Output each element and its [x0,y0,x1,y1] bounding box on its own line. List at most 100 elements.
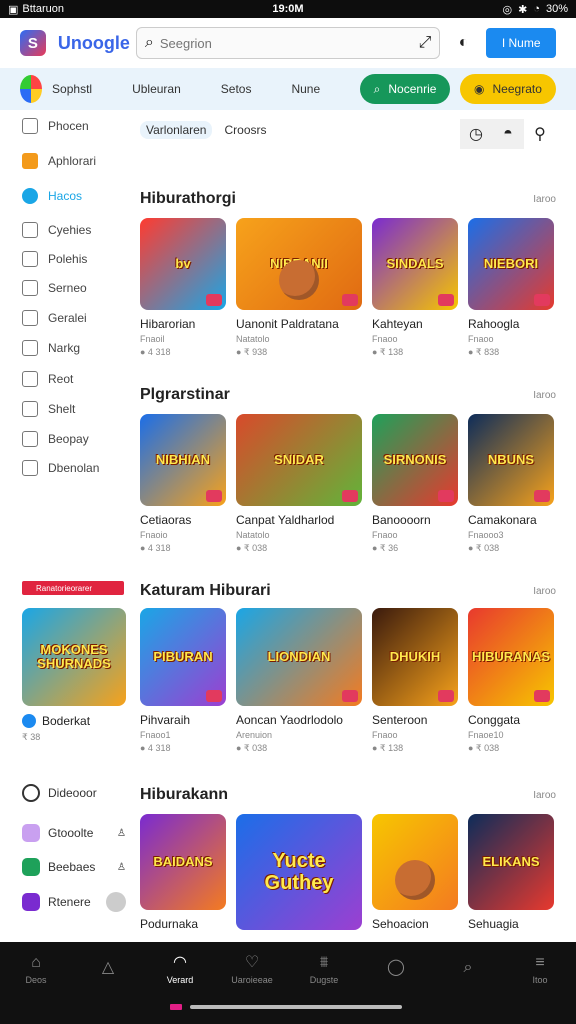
nav-home[interactable]: ⌂ Deos [6,955,66,986]
category-item[interactable]: Ubleuran [132,82,181,96]
rating-badge [342,294,358,306]
game-name: Banoooorn [372,513,431,527]
chat-icon: ◯ [387,959,405,976]
game-thumbnail: NBUNS [468,414,554,506]
tab-secondary[interactable]: Croosrs [224,123,266,137]
game-name: Uanonit Paldratana [236,317,339,331]
section-more-link[interactable]: Iaroo [533,790,556,801]
sidebar-item-home[interactable]: Phocen [22,118,130,134]
green-pill-button[interactable]: ⌕ Nocenrie [360,74,450,104]
history-icon[interactable]: ◷ [460,119,492,149]
game-card[interactable]: DHUKIH Senteroon Fnaoo ● ₹ 138 [372,608,458,754]
status-bar: ▣ Bttaruon 19:0M ◎ ✱ ◔ 30% [0,0,576,18]
search-box[interactable]: ⌕ ⤢ [135,27,441,59]
game-developer: Fnaoo [372,334,398,344]
location-icon: ◎ [502,3,513,16]
app-icon [22,824,40,842]
sidebar-item[interactable]: Geralei [22,310,130,326]
game-card[interactable]: PIBURAN Pihvaraih Fnaoo1 ● 4 318 [140,608,226,753]
list-item[interactable]: Gtooolte ♙ [22,824,126,842]
rating-badge [438,294,454,306]
section-more-link[interactable]: Iaroo [533,390,556,401]
game-card[interactable]: NIBRANII Uanonit Paldratana Natatolo ● ₹… [236,218,362,358]
sidebar-item[interactable]: Reot [22,371,130,387]
game-card[interactable]: NIBHIAN Cetiaoras Fnaoio ● 4 318 [140,414,226,553]
sidebar-item-games[interactable]: Hacos [22,188,130,204]
nav-favorites[interactable]: ♡ Uaroieeae [222,955,282,986]
tab-primary[interactable]: Varlonlaren [140,121,213,139]
section-more-link[interactable]: Iaroo [533,586,556,597]
game-card[interactable]: Yucte Guthey [236,814,362,930]
section-more-link[interactable]: Iaroo [533,194,556,205]
game-card[interactable]: NBUNS Camakonara Fnaooo3 ● ₹ 038 [468,414,554,554]
category-item[interactable]: Nune [291,82,320,96]
game-price: ₹ 38 [22,732,41,742]
nav-indicator [170,1004,182,1010]
avatar[interactable] [20,75,43,103]
featured-game-card[interactable]: MOKONES SHURNADS Boderkat ₹ 38 [22,608,126,743]
game-card[interactable]: LIONDIAN Aoncan Yaodrlodolo Arenuion ● ₹… [236,608,362,754]
nav-chat[interactable]: ◯ [366,960,426,980]
nav-search[interactable]: ⌕ [438,960,498,980]
expand-icon[interactable]: ⤢ [419,34,432,52]
sidebar-item[interactable]: Serneo [22,280,130,296]
game-card[interactable]: SINDALS Kahteyan Fnaoo ● ₹ 138 [372,218,458,358]
game-thumbnail-title: ELIKANS [482,853,540,869]
notification-icon[interactable]: ◐ [452,32,474,54]
list-header[interactable]: Dideooor [22,784,126,802]
sidebar-item-label: Dbenolan [48,461,100,475]
nav-store[interactable]: ⩩ Dugste [294,954,354,986]
tag-icon [22,280,38,296]
sidebar-item[interactable]: Cyehies [22,222,130,238]
game-card[interactable]: SNIDAR Canpat Yaldharlod Natatolo ● ₹ 03… [236,414,362,554]
game-price: ● ₹ 038 [468,743,500,753]
rating-badge [438,490,454,502]
game-card[interactable]: Sehoacion [372,814,458,931]
nav-menu[interactable]: ≡ Itoo [510,955,570,986]
sidebar-item[interactable]: Narkg [22,340,130,356]
game-developer: Fnaoo [468,334,494,344]
category-item[interactable]: Sophstl [52,82,92,96]
nav-games[interactable]: ◠ Verard [150,955,210,986]
profile-icon[interactable]: ◓ [492,119,524,149]
game-card[interactable]: BAIDANS Podurnaka [140,814,226,931]
game-price: ● 4 318 [140,347,171,357]
game-price: ● ₹ 838 [468,347,500,357]
home-icon [22,118,38,134]
nav-label: Dugste [309,975,339,985]
category-item[interactable]: Setos [221,82,252,96]
game-card[interactable]: NIEBORI Rahoogla Fnaoo ● ₹ 838 [468,218,554,358]
game-price: ● ₹ 36 [372,543,399,553]
settings-icon[interactable]: ⚲ [524,119,556,149]
game-price: ● 4 318 [140,743,171,753]
sidebar-item[interactable]: Dbenolan [22,460,130,476]
sidebar-item[interactable]: Shelt [22,401,130,417]
coin-icon: ◉ [474,82,485,96]
game-card[interactable]: bv Hibarorian Fnaoil ● 4 318 [140,218,226,357]
brand-logo[interactable]: S [20,30,46,56]
category-icon [22,310,38,326]
main-tabs: Varlonlaren Croosrs [140,121,267,139]
yellow-pill-button[interactable]: ◉ Neegrato [459,74,556,104]
store-icon: ⩩ [319,954,329,971]
search-input[interactable] [159,35,413,51]
game-name: Senteroon [372,713,428,727]
list-item[interactable]: Beebaes ♙ [22,858,126,876]
sidebar-item[interactable]: Beopay [22,431,130,447]
user-icon: ♙ [117,861,126,873]
sidebar-item[interactable]: Polehis [22,251,130,267]
nav-shape[interactable]: △ [78,960,138,980]
home-indicator[interactable] [190,1005,402,1009]
game-name: Podurnaka [140,917,199,931]
game-card[interactable]: ELIKANS Sehuagia [468,814,554,931]
game-developer: Fnaoio [140,530,168,540]
primary-button[interactable]: I Nume [486,28,556,58]
game-card[interactable]: HIBURANAS Conggata Fnaoe10 ● ₹ 038 [468,608,554,754]
nav-label: Verard [166,975,194,985]
sidebar-item-apps[interactable]: Aphlorari [22,153,130,169]
game-card[interactable]: SIRNONIS Banoooorn Fnaoo ● ₹ 36 [372,414,458,554]
app-icon: ▣ [8,3,19,16]
list-item[interactable]: Rtenere [22,892,126,912]
yellow-pill-label: Neegrato [492,82,542,96]
toggle-icon[interactable] [106,892,126,912]
